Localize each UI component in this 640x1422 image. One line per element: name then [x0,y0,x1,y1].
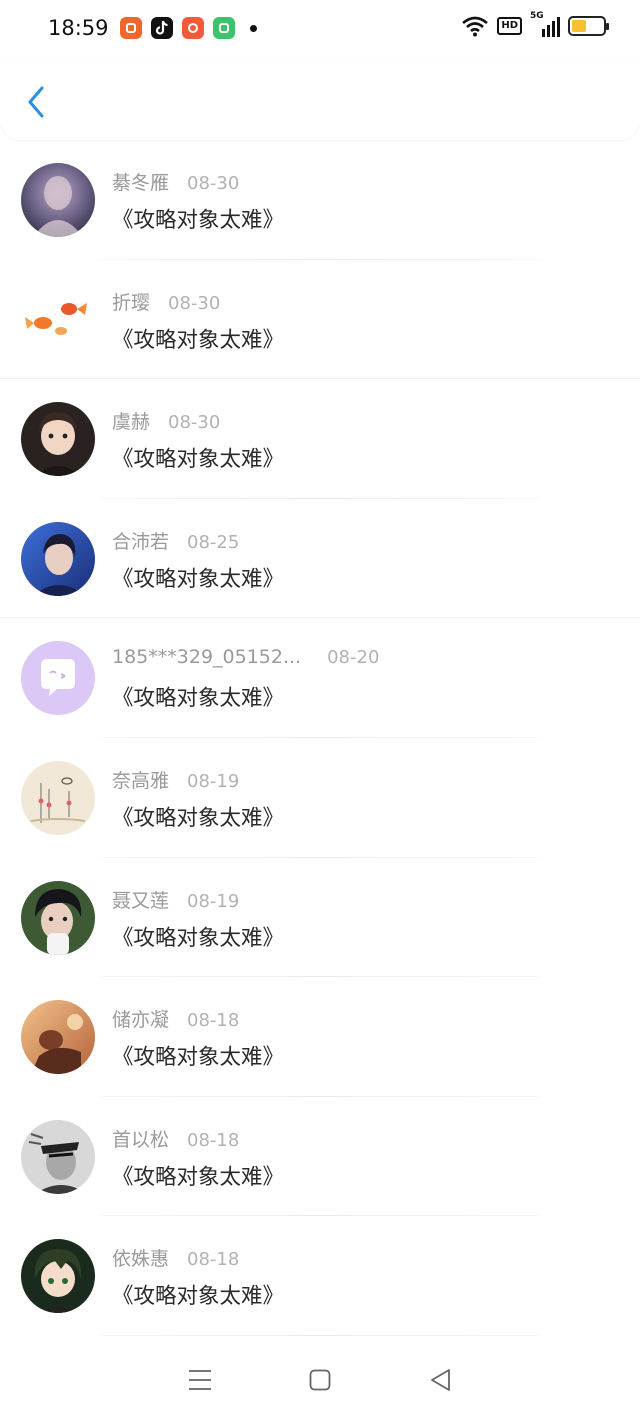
item-date: 08-20 [327,647,380,669]
user-name[interactable]: 储亦凝 [112,1005,169,1032]
item-title[interactable]: 《攻略对象太难》 [112,323,284,354]
avatar[interactable] [21,1119,95,1194]
item-date: 08-30 [168,412,221,434]
list-item[interactable]: 聂又莲 08-19 《攻略对象太难》 [0,858,640,978]
menu-button[interactable] [180,1360,220,1400]
battery-icon [568,16,609,36]
item-date: 08-30 [187,173,240,194]
home-button[interactable] [300,1360,340,1400]
more-notifications-dot [250,24,257,32]
list-item[interactable]: 虞赫 08-30 《攻略对象太难》 [0,379,640,499]
battery-level [572,20,586,32]
comment-list: 綦冬雁 08-30 《攻略对象太难》 折璎 08-30 《攻略对象太难》 虞赫 … [0,140,640,1336]
chevron-left-icon [28,86,44,118]
system-nav-bar [0,1338,640,1422]
item-title[interactable]: 《攻略对象太难》 [112,921,284,952]
list-item[interactable]: 折璎 08-30 《攻略对象太难》 [0,260,640,380]
menu-icon [189,1370,211,1390]
list-item[interactable]: 185***329_05152... 08-20 《攻略对象太难》 [0,618,640,738]
back-triangle-icon [431,1369,450,1391]
list-item[interactable]: 合沛若 08-25 《攻略对象太难》 [0,499,640,619]
avatar[interactable] [21,880,95,955]
avatar[interactable] [21,402,95,477]
notification-icons [120,17,257,39]
item-title[interactable]: 《攻略对象太难》 [112,681,284,712]
list-item[interactable]: 依姝惠 08-18 《攻略对象太难》 [0,1216,640,1336]
item-meta: 首以松 08-18 [112,1125,239,1152]
user-name[interactable]: 虞赫 [112,407,150,434]
list-item[interactable]: 储亦凝 08-18 《攻略对象太难》 [0,977,640,1097]
default-chat-avatar[interactable] [21,641,95,716]
back-button[interactable] [18,82,54,122]
item-meta: 奈高雅 08-19 [112,766,239,793]
item-meta: 185***329_05152... 08-20 [112,646,379,668]
avatar[interactable] [21,163,95,237]
list-item[interactable]: 奈高雅 08-19 《攻略对象太难》 [0,738,640,858]
item-meta: 依姝惠 08-18 [112,1244,239,1271]
home-icon [309,1369,331,1391]
item-title[interactable]: 《攻略对象太难》 [112,1040,284,1071]
item-title[interactable]: 《攻略对象太难》 [112,203,284,234]
user-name[interactable]: 奈高雅 [112,766,169,793]
user-name[interactable]: 合沛若 [112,527,169,554]
user-name[interactable]: 綦冬雁 [112,168,169,195]
user-name[interactable]: 聂又莲 [112,886,169,913]
item-date: 08-25 [187,531,240,553]
item-date: 08-18 [187,1129,240,1151]
avatar[interactable] [21,521,95,596]
item-date: 08-30 [168,292,221,314]
app-store-icon [213,17,235,39]
item-meta: 合沛若 08-25 [112,527,239,554]
item-date: 08-18 [187,1010,240,1032]
item-meta: 虞赫 08-30 [112,407,220,434]
cellular-signal-icon: 5G [530,11,560,37]
user-name[interactable]: 折璎 [112,288,150,315]
avatar[interactable] [21,760,95,835]
list-item[interactable]: 綦冬雁 08-30 《攻略对象太难》 [0,140,640,260]
item-meta: 折璎 08-30 [112,288,220,315]
item-title[interactable]: 《攻略对象太难》 [112,562,284,593]
top-bar [0,58,640,140]
item-date: 08-19 [187,890,240,912]
item-date: 08-18 [187,1249,240,1271]
hd-badge: HD [497,17,522,35]
item-title[interactable]: 《攻略对象太难》 [112,442,284,473]
divider [100,1334,540,1336]
list-item[interactable]: 首以松 08-18 《攻略对象太难》 [0,1097,640,1217]
avatar[interactable] [21,282,95,357]
item-title[interactable]: 《攻略对象太难》 [112,1279,284,1310]
user-name[interactable]: 首以松 [112,1125,169,1152]
avatar[interactable] [21,1000,95,1075]
item-meta: 聂又莲 08-19 [112,886,239,913]
status-time: 18:59 [48,16,109,40]
tiktok-icon [151,17,173,39]
taobao-icon [182,17,204,39]
user-name[interactable]: 185***329_05152... [112,646,301,668]
item-date: 08-19 [187,770,240,792]
item-meta: 储亦凝 08-18 [112,1005,239,1032]
kuaishou-icon [120,17,142,39]
item-meta: 綦冬雁 08-30 [112,168,239,195]
avatar[interactable] [21,1239,95,1314]
status-indicators: HD 5G [461,11,609,37]
system-back-button[interactable] [420,1360,460,1400]
user-name[interactable]: 依姝惠 [112,1244,169,1271]
status-bar: 18:59 HD 5G [0,0,640,58]
item-title[interactable]: 《攻略对象太难》 [112,1160,284,1191]
item-title[interactable]: 《攻略对象太难》 [112,801,284,832]
wifi-icon [462,16,489,37]
